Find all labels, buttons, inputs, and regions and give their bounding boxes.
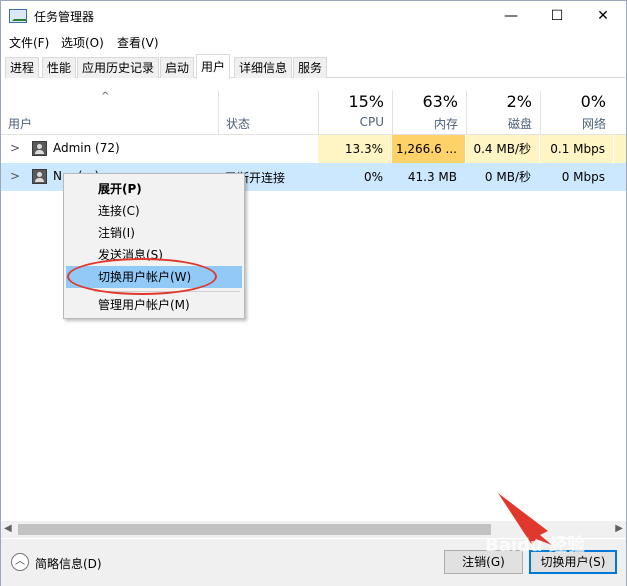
user-icon — [32, 141, 47, 156]
watermark: Baidu 经验 — [485, 535, 586, 556]
network-value: 0.1 Mbps — [540, 135, 613, 163]
user-name: Admin (72) — [53, 141, 120, 155]
ctx-expand[interactable]: 展开(P) — [66, 178, 242, 200]
ctx-manage-accounts[interactable]: 管理用户帐户(M) — [66, 294, 242, 316]
memory-value: 1,266.6 ... — [392, 135, 465, 163]
scrollbar-thumb[interactable] — [18, 524, 491, 535]
close-button[interactable]: ✕ — [580, 1, 626, 32]
column-cpu: CPU — [359, 115, 384, 129]
user-icon — [32, 169, 47, 184]
cpu-value: 13.3% — [318, 135, 391, 163]
cpu-value: 0% — [318, 163, 391, 191]
memory-total: 63% — [422, 92, 458, 111]
row-edge — [614, 135, 626, 163]
cpu-total: 15% — [348, 92, 384, 111]
title-bar[interactable]: 任务管理器 — ☐ ✕ — [1, 1, 626, 32]
window-title: 任务管理器 — [34, 10, 95, 24]
task-manager-icon — [9, 9, 27, 23]
chevron-up-icon[interactable]: ︿ — [11, 553, 29, 571]
highlight-ellipse — [67, 258, 217, 295]
column-network-header[interactable]: 0% 网络 — [540, 91, 614, 135]
tab-details[interactable]: 详细信息 — [234, 57, 293, 78]
minimize-button[interactable]: — — [488, 1, 534, 32]
fewer-details-link[interactable]: 简略信息(D) — [35, 555, 102, 572]
table-header: ^ 用户 状态 15% CPU 63% 内存 2% 磁盘 0% 网络 — [1, 91, 626, 135]
column-cpu-header[interactable]: 15% CPU — [318, 91, 392, 135]
ctx-logoff[interactable]: 注销(I) — [66, 222, 242, 244]
tab-startup[interactable]: 启动 — [160, 57, 195, 78]
network-total: 0% — [580, 92, 606, 111]
tab-app-history[interactable]: 应用历史记录 — [77, 57, 160, 78]
task-manager-window: 任务管理器 — ☐ ✕ 文件(F) 选项(O) 查看(V) 进程 性能 应用历史… — [0, 0, 627, 586]
tab-services[interactable]: 服务 — [293, 57, 328, 78]
menu-file[interactable]: 文件(F) — [9, 34, 49, 51]
menu-view[interactable]: 查看(V) — [117, 34, 159, 51]
column-status-header[interactable]: 状态 — [218, 91, 318, 135]
ctx-connect[interactable]: 连接(C) — [66, 200, 242, 222]
expand-chevron-icon[interactable]: > — [10, 169, 20, 183]
tab-processes[interactable]: 进程 — [5, 57, 40, 78]
menu-bar: 文件(F) 选项(O) 查看(V) — [1, 32, 626, 53]
column-status: 状态 — [226, 117, 251, 131]
tab-strip: 进程 性能 应用历史记录 启动 用户 详细信息 服务 — [5, 54, 625, 79]
column-disk-header[interactable]: 2% 磁盘 — [466, 91, 540, 135]
tab-users[interactable]: 用户 — [196, 54, 231, 79]
tab-performance[interactable]: 性能 — [42, 57, 77, 78]
disk-value: 0.4 MB/秒 — [466, 135, 539, 163]
disk-value: 0 MB/秒 — [466, 163, 539, 191]
column-disk: 磁盘 — [507, 117, 532, 131]
maximize-button[interactable]: ☐ — [534, 1, 580, 32]
menu-options[interactable]: 选项(O) — [61, 34, 104, 51]
sort-up-icon: ^ — [101, 91, 110, 102]
memory-value: 41.3 MB — [392, 163, 465, 191]
column-memory-header[interactable]: 63% 内存 — [392, 91, 466, 135]
expand-chevron-icon[interactable]: > — [10, 141, 20, 155]
column-memory: 内存 — [433, 117, 458, 131]
column-user[interactable]: 用户 — [8, 115, 32, 132]
scroll-left-icon[interactable]: ◀ — [4, 523, 12, 534]
context-menu: 展开(P) 连接(C) 注销(I) 发送消息(S) 切换用户帐户(W) 管理用户… — [63, 173, 245, 319]
network-value: 0 Mbps — [540, 163, 613, 191]
disk-total: 2% — [506, 92, 532, 111]
column-network: 网络 — [581, 117, 606, 131]
table-row[interactable]: > Admin (72) 13.3% 1,266.6 ... 0.4 MB/秒 … — [1, 135, 626, 163]
scroll-right-icon[interactable]: ▶ — [615, 523, 623, 534]
